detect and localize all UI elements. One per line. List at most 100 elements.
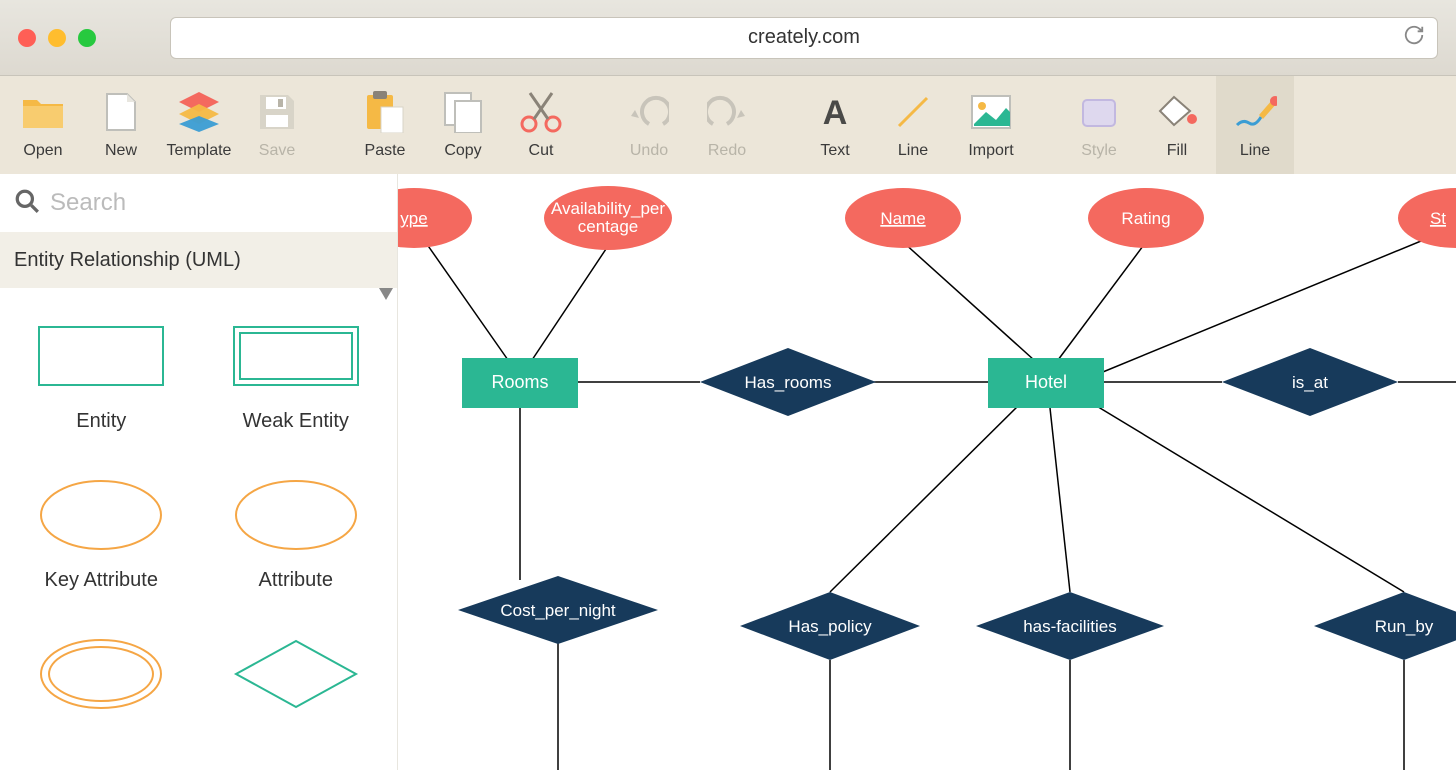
- main-toolbar: Open New Template Save Paste: [0, 76, 1456, 174]
- minimize-window-button[interactable]: [48, 29, 66, 47]
- redo-button[interactable]: Redo: [688, 76, 766, 174]
- line-icon: [891, 90, 935, 134]
- multivalue-preview-icon: [36, 642, 166, 706]
- svg-text:Hotel: Hotel: [1025, 372, 1067, 392]
- style-button[interactable]: Style: [1060, 76, 1138, 174]
- attribute-availability[interactable]: Availability_per centage: [544, 186, 672, 250]
- workspace: Entity Relationship (UML) Entity: [0, 174, 1456, 770]
- style-label: Style: [1081, 142, 1117, 160]
- relationship-is-at[interactable]: is_at: [1222, 348, 1398, 416]
- svg-text:Rating: Rating: [1121, 209, 1170, 228]
- relationship-preview-icon: [231, 642, 361, 706]
- text-tool-button[interactable]: A Text: [796, 76, 874, 174]
- scroll-up-icon[interactable]: [379, 288, 393, 300]
- text-label: Text: [820, 142, 849, 160]
- new-label: New: [105, 142, 137, 160]
- copy-label: Copy: [444, 142, 481, 160]
- maximize-window-button[interactable]: [78, 29, 96, 47]
- close-window-button[interactable]: [18, 29, 36, 47]
- address-bar[interactable]: creately.com: [170, 17, 1438, 59]
- line-tool-button[interactable]: Line: [874, 76, 952, 174]
- svg-text:Run_by: Run_by: [1375, 617, 1434, 636]
- undo-icon: [627, 90, 671, 134]
- open-button[interactable]: Open: [4, 76, 82, 174]
- line-style-label: Line: [1240, 142, 1270, 160]
- svg-text:Name: Name: [880, 209, 925, 228]
- save-label: Save: [259, 142, 295, 160]
- import-button[interactable]: Import: [952, 76, 1030, 174]
- shape-label: Entity: [76, 410, 126, 433]
- shape-relationship[interactable]: [213, 642, 380, 706]
- copy-button[interactable]: Copy: [424, 76, 502, 174]
- new-button[interactable]: New: [82, 76, 160, 174]
- paste-button[interactable]: Paste: [346, 76, 424, 174]
- svg-text:Has_rooms: Has_rooms: [745, 373, 832, 392]
- attribute-st[interactable]: St: [1398, 188, 1456, 248]
- attribute-name[interactable]: Name: [845, 188, 961, 248]
- search-input[interactable]: [50, 189, 383, 217]
- attribute-type[interactable]: ype: [398, 188, 472, 248]
- url-text: creately.com: [748, 26, 860, 49]
- relationship-has-policy[interactable]: Has_policy: [740, 592, 920, 660]
- cut-icon: [519, 90, 563, 134]
- svg-text:is_at: is_at: [1292, 373, 1328, 392]
- shape-palette: Entity Weak Entity Key Attribute: [0, 288, 397, 770]
- save-button[interactable]: Save: [238, 76, 316, 174]
- template-button[interactable]: Template: [160, 76, 238, 174]
- svg-text:St: St: [1430, 209, 1446, 228]
- category-header[interactable]: Entity Relationship (UML): [0, 232, 397, 288]
- svg-text:Availability_per: Availability_per: [551, 199, 665, 218]
- paste-icon: [363, 90, 407, 134]
- search-icon: [14, 188, 40, 219]
- fill-label: Fill: [1167, 142, 1187, 160]
- cut-button[interactable]: Cut: [502, 76, 580, 174]
- import-label: Import: [968, 142, 1013, 160]
- redo-label: Redo: [708, 142, 746, 160]
- attribute-preview-icon: [231, 483, 361, 547]
- reload-icon[interactable]: [1403, 24, 1425, 52]
- weak-entity-preview-icon: [231, 324, 361, 388]
- svg-text:A: A: [823, 94, 848, 130]
- line-label: Line: [898, 142, 928, 160]
- shape-weak-entity[interactable]: Weak Entity: [213, 324, 380, 433]
- style-icon: [1077, 90, 1121, 134]
- window-controls: [18, 29, 96, 47]
- fill-button[interactable]: Fill: [1138, 76, 1216, 174]
- shape-attribute[interactable]: Attribute: [213, 483, 380, 592]
- undo-button[interactable]: Undo: [610, 76, 688, 174]
- relationship-cost-per-night[interactable]: Cost_per_night: [458, 576, 658, 644]
- svg-text:centage: centage: [578, 217, 639, 236]
- shapes-sidebar: Entity Relationship (UML) Entity: [0, 174, 398, 770]
- undo-label: Undo: [630, 142, 668, 160]
- relationship-run-by[interactable]: Run_by: [1314, 592, 1456, 660]
- shape-label: Key Attribute: [45, 569, 158, 592]
- shape-entity[interactable]: Entity: [18, 324, 185, 433]
- key-attribute-preview-icon: [36, 483, 166, 547]
- relationship-has-rooms[interactable]: Has_rooms: [700, 348, 876, 416]
- diagram-canvas[interactable]: ype Availability_per centage Name Rating…: [398, 174, 1456, 770]
- import-icon: [969, 90, 1013, 134]
- shape-multivalue-attribute[interactable]: [18, 642, 185, 706]
- attribute-rating[interactable]: Rating: [1088, 188, 1204, 248]
- fill-icon: [1155, 90, 1199, 134]
- entity-rooms[interactable]: Rooms: [462, 358, 578, 408]
- shape-label: Weak Entity: [243, 410, 349, 433]
- save-icon: [255, 90, 299, 134]
- shape-label: Attribute: [259, 569, 333, 592]
- svg-text:Has_policy: Has_policy: [788, 617, 872, 636]
- svg-text:ype: ype: [400, 209, 427, 228]
- shape-key-attribute[interactable]: Key Attribute: [18, 483, 185, 592]
- copy-icon: [441, 90, 485, 134]
- new-file-icon: [99, 90, 143, 134]
- line-style-button[interactable]: Line: [1216, 76, 1294, 174]
- template-label: Template: [167, 142, 232, 160]
- browser-chrome: creately.com: [0, 0, 1456, 76]
- svg-text:Rooms: Rooms: [491, 372, 548, 392]
- svg-text:has-facilities: has-facilities: [1023, 617, 1117, 636]
- search-row: [0, 174, 397, 232]
- svg-text:Cost_per_night: Cost_per_night: [500, 601, 616, 620]
- paste-label: Paste: [365, 142, 406, 160]
- relationship-has-facilities[interactable]: has-facilities: [976, 592, 1164, 660]
- entity-hotel[interactable]: Hotel: [988, 358, 1104, 408]
- template-icon: [177, 90, 221, 134]
